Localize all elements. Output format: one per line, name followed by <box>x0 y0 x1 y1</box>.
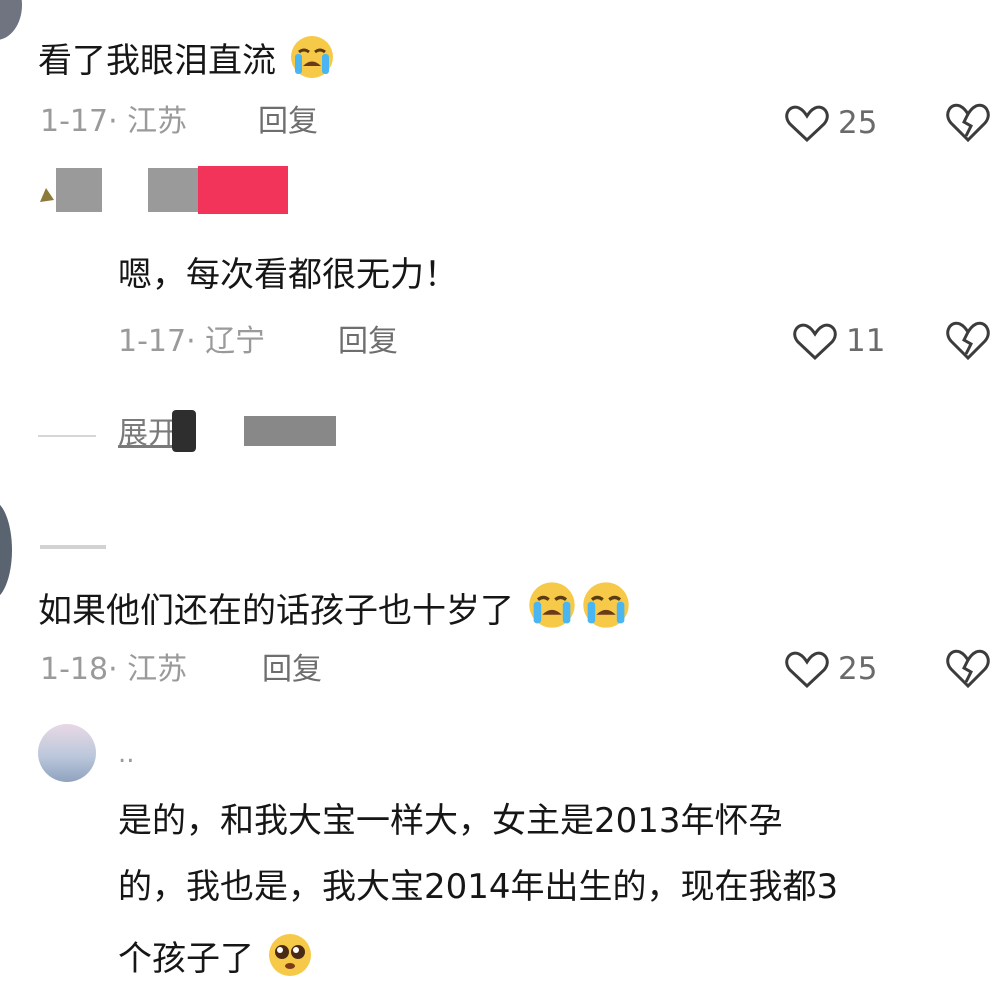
username-fragment <box>40 545 106 549</box>
heart-icon <box>793 323 837 361</box>
comment-date: 1-18· <box>40 652 118 687</box>
heart-icon <box>785 105 829 143</box>
like-count: 11 <box>846 323 886 359</box>
loudly-crying-face-icon <box>287 34 337 90</box>
reply-username: .. <box>118 739 135 769</box>
comment-date: 1-17· <box>40 104 118 139</box>
like-button[interactable]: 25 <box>780 644 890 694</box>
comment-body: 如果他们还在的话孩子也十岁了 <box>38 591 514 631</box>
comment-text: 个孩子了 <box>118 932 315 988</box>
dislike-button[interactable] <box>944 318 994 364</box>
loudly-crying-face-icon <box>579 580 633 640</box>
expand-label: 展开 <box>118 416 178 451</box>
avatar[interactable] <box>0 500 12 600</box>
reply-avatar[interactable] <box>38 724 96 782</box>
loudly-crying-face-icon <box>525 580 579 640</box>
comment-text: 嗯，每次看都很无力！ <box>118 255 458 295</box>
comment-text: 如果他们还在的话孩子也十岁了 <box>38 580 633 640</box>
reply-button[interactable]: 回复 <box>258 104 318 140</box>
dislike-button[interactable] <box>944 646 994 692</box>
avatar-fragment-icon <box>40 188 54 202</box>
redacted-text <box>244 416 336 446</box>
redaction-block <box>172 410 196 452</box>
comment-location: 江苏 <box>127 104 188 139</box>
comment-meta: 1-17· 辽宁 <box>118 324 265 360</box>
comment-meta: 1-18· 江苏 <box>40 652 187 688</box>
dislike-button[interactable] <box>944 100 994 146</box>
like-button[interactable]: 11 <box>790 316 890 366</box>
expand-replies-button[interactable]: 展开 <box>118 416 178 456</box>
comment-text-line: 的，我也是，我大宝2014年出生的，现在我都3 <box>118 867 839 907</box>
like-count: 25 <box>838 651 878 687</box>
comment-date: 1-17· <box>118 324 196 359</box>
reply-button[interactable]: 回复 <box>262 652 322 688</box>
avatar[interactable] <box>0 0 22 40</box>
comment-text: 看了我眼泪直流 <box>38 34 337 90</box>
comment-text-line: 个孩子了 <box>118 939 254 979</box>
redacted-username <box>148 168 198 212</box>
comment-text-line: 是的，和我大宝一样大，女主是2013年怀孕 <box>118 801 783 841</box>
redacted-username <box>56 168 102 212</box>
reply-button[interactable]: 回复 <box>338 324 398 360</box>
like-button[interactable]: 25 <box>780 98 890 148</box>
expand-divider <box>38 435 96 437</box>
redaction-block <box>198 166 288 214</box>
heart-icon <box>785 651 829 689</box>
broken-heart-icon <box>946 321 990 361</box>
like-count: 25 <box>838 105 878 141</box>
comment-location: 江苏 <box>127 652 188 687</box>
pleading-face-icon <box>265 932 315 988</box>
comment-location: 辽宁 <box>205 324 266 359</box>
comment-body: 看了我眼泪直流 <box>38 41 276 81</box>
reply-avatar[interactable] <box>38 182 56 204</box>
broken-heart-icon <box>946 103 990 143</box>
broken-heart-icon <box>946 649 990 689</box>
comment-meta: 1-17· 江苏 <box>40 104 187 140</box>
